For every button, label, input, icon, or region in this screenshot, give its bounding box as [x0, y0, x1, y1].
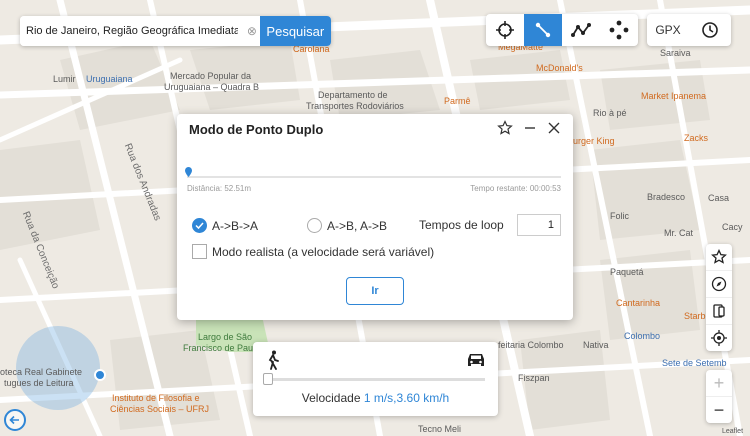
leaflet-attribution[interactable]: Leaflet [722, 428, 743, 435]
map-label-mercado-2: Uruguaiana – Quadra B [164, 82, 260, 92]
crosshair-icon [496, 21, 514, 39]
car-icon[interactable] [465, 351, 487, 369]
map-label-mercado: Mercado Popular da [170, 71, 252, 81]
search-bar: ⊗ Pesquisar [20, 16, 331, 46]
map-label-rio-a-pe: Rio à pé [593, 108, 627, 118]
route-progress-bar [187, 176, 561, 178]
map-label-departamento-2: Transportes Rodoviários [306, 101, 404, 111]
joystick-mode-button[interactable] [600, 14, 638, 46]
go-button[interactable]: Ir [346, 277, 404, 305]
map-label-tecno-meli: Tecno Meli [418, 424, 462, 434]
distance-text: Distância: 52.51m [187, 184, 252, 193]
map-label-uruguaiana: Uruguaiana [86, 74, 133, 84]
locate-icon [711, 330, 727, 346]
minimize-icon[interactable] [523, 121, 537, 135]
map-label-cacy: Cacy [722, 222, 743, 232]
compass-icon [711, 276, 727, 292]
map-label-mcdonalds: McDonald's [536, 63, 583, 73]
map-label-instituto-2: Ciências Sociais – UFRJ [110, 404, 210, 414]
map-label-parme: Parmê [444, 96, 471, 106]
map-label-bradesco: Bradesco [647, 192, 686, 202]
option-aba[interactable]: A->B->A [192, 218, 258, 233]
search-input[interactable] [20, 16, 245, 46]
map-label-burger-king: urger King [573, 136, 615, 146]
map-label-instituto: Instituto de Filosofia e [112, 393, 200, 403]
zoom-out-button[interactable]: − [706, 396, 732, 423]
favorites-button[interactable] [706, 244, 732, 271]
map-label-confeitaria-colombo: feitaria Colombo [498, 340, 564, 350]
speed-label: Velocidade [301, 391, 361, 405]
search-button[interactable]: Pesquisar [259, 16, 331, 46]
locate-me-button[interactable] [706, 325, 732, 351]
map-label-zacks: Zacks [684, 133, 709, 143]
teleport-mode-button[interactable] [486, 14, 524, 46]
arrow-left-icon [9, 415, 19, 425]
zoom-control: + − [706, 370, 732, 423]
history-button[interactable] [689, 14, 731, 46]
radio-aba-checked[interactable] [192, 218, 207, 233]
gpx-import-button[interactable]: GPX [647, 14, 689, 46]
speed-readout: Velocidade 1 m/s,3.60 km/h [253, 391, 498, 405]
mode-toolbar [486, 14, 638, 46]
compass-button[interactable] [706, 271, 732, 298]
map-label-departamento: Departamento de [318, 90, 388, 100]
realistic-mode-option[interactable]: Modo realista (a velocidade será variáve… [192, 244, 434, 259]
map-label-market-ipanema: Market Ipanema [641, 91, 707, 101]
clear-search-icon[interactable]: ⊗ [244, 16, 260, 46]
device-button[interactable] [706, 298, 732, 325]
map-label-casa: Casa [708, 193, 730, 203]
loop-label: Tempos de loop [419, 218, 504, 232]
speed-value: 1 m/s,3.60 km/h [363, 391, 450, 405]
check-icon [195, 222, 204, 230]
two-spot-mode-button[interactable] [524, 14, 562, 46]
option-abab[interactable]: A->B, A->B [307, 218, 387, 233]
speed-slider-track[interactable] [267, 378, 485, 381]
map-label-real-gabinete-2: tugues de Leitura [4, 378, 74, 388]
two-spot-route-icon [535, 22, 551, 38]
zoom-in-button[interactable]: + [706, 370, 732, 396]
map-label-fiszpan: Fiszpan [518, 373, 550, 383]
file-toolbar: GPX [647, 14, 731, 46]
dialog-title: Modo de Ponto Duplo [189, 122, 324, 137]
progress-marker-icon [185, 167, 192, 177]
remaining-time-text: Tempo restante: 00:00:53 [470, 184, 561, 193]
two-spot-mode-dialog: Modo de Ponto Duplo Distância: 52.51m Te… [177, 114, 573, 320]
realistic-mode-label: Modo realista (a velocidade será variáve… [212, 244, 435, 259]
map-label-paqueta: Paquetá [610, 267, 644, 277]
multi-spot-route-icon [571, 23, 591, 37]
map-label-largo-sao-2: Francisco de Paula [183, 343, 261, 353]
star-outline-icon [711, 249, 727, 264]
map-label-real-gabinete: oteca Real Gabinete [0, 367, 83, 377]
radio-abab[interactable] [307, 218, 322, 233]
option-aba-label: A->B->A [212, 218, 259, 233]
map-label-colombo: Colombo [624, 331, 661, 341]
walking-icon[interactable] [265, 350, 281, 370]
loop-label-text: Tempos de loop [419, 218, 504, 232]
gpx-label: GPX [655, 23, 681, 37]
map-label-sete-de-setembro: Sete de Setemb [662, 358, 727, 368]
option-abab-label: A->B, A->B [327, 218, 388, 233]
realistic-mode-checkbox[interactable] [192, 244, 207, 259]
map-label-folic: Folic [610, 211, 630, 221]
speed-slider-handle[interactable] [263, 373, 273, 385]
map-label-mr-cat: Mr. Cat [664, 228, 694, 238]
phone-icon [713, 304, 725, 318]
map-label-cantarinha: Cantarinha [616, 298, 661, 308]
dialog-controls [497, 120, 561, 136]
map-label-starb: Starb [684, 311, 706, 321]
joystick-icon [609, 20, 629, 40]
loop-count-input[interactable]: 1 [517, 214, 561, 236]
side-toolbar [706, 244, 732, 351]
speed-panel: Velocidade 1 m/s,3.60 km/h [253, 342, 498, 416]
back-button[interactable] [4, 409, 26, 431]
close-icon[interactable] [547, 121, 561, 135]
multi-spot-mode-button[interactable] [562, 14, 600, 46]
map-label-largo-sao: Largo de São [198, 332, 253, 342]
star-icon[interactable] [497, 120, 513, 136]
map-label-lumir: Lumir [53, 74, 76, 84]
clock-icon [702, 22, 718, 38]
map-label-nativa: Nativa [583, 340, 609, 350]
map-label-saraiva: Saraiva [660, 48, 691, 58]
